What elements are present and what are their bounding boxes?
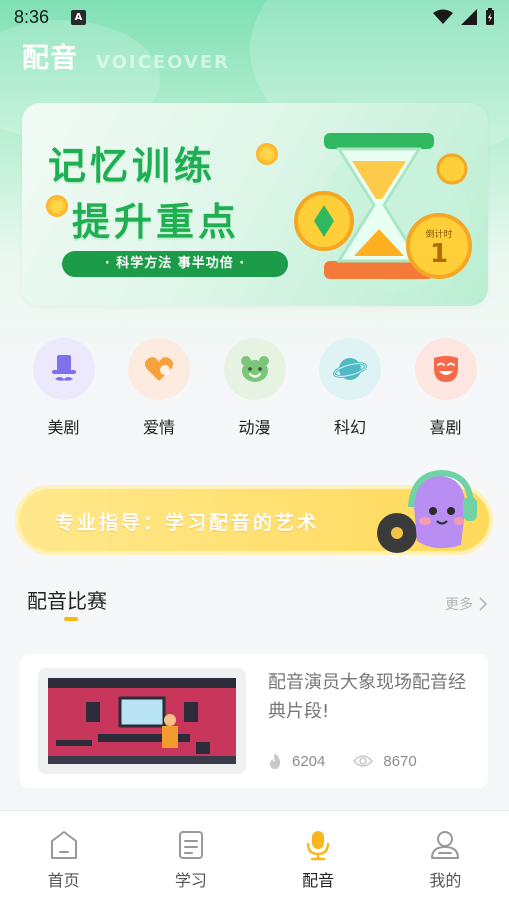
signal-icon [461, 9, 477, 25]
bottom-tab-bar: 首页 学习 配音 我的 [0, 810, 509, 904]
category-row: 美剧 爱情 动漫 科幻 喜剧 [16, 338, 493, 438]
promo-banner[interactable]: 记忆训练 提升重点 · 科学方法 事半功倍 · 倒计时 1 [22, 103, 488, 306]
page-header: 配音 VOICEOVER [22, 36, 230, 75]
bear-icon [240, 356, 269, 382]
countdown-badge: 倒计时 1 [406, 213, 472, 279]
more-link[interactable]: 更多 [445, 594, 487, 614]
tab-voiceover[interactable]: 配音 [255, 811, 382, 904]
category-icon-bg [32, 338, 95, 400]
heart-icon [144, 357, 174, 381]
category-romance[interactable]: 爱情 [112, 338, 207, 438]
tab-label: 我的 [429, 871, 462, 890]
tab-label: 首页 [47, 871, 80, 890]
more-label: 更多 [445, 597, 473, 613]
tab-learn[interactable]: 学习 [127, 811, 254, 904]
battery-icon [486, 8, 494, 25]
page-title: 配音 [22, 43, 78, 74]
status-bar: 8:36 A [0, 0, 509, 34]
contest-stats: 6204 8670 [268, 752, 445, 770]
category-scifi[interactable]: 科幻 [303, 338, 398, 438]
banner-subheadline: 提升重点 [72, 200, 241, 244]
chevron-right-icon [479, 597, 487, 611]
section-underline [64, 617, 78, 621]
category-label: 爱情 [142, 418, 175, 437]
views-stat: 8670 [353, 752, 417, 770]
tab-label: 配音 [302, 871, 335, 890]
home-icon [50, 831, 77, 859]
banner-slogan: · 科学方法 事半功倍 · [62, 251, 288, 277]
guide-banner-text: 专业指导：学习配音的艺术 [55, 512, 320, 534]
mascot-headphones-illustration [377, 469, 477, 553]
category-icon-bg [414, 338, 477, 400]
category-icon-bg [128, 338, 190, 400]
category-icon-bg [223, 338, 286, 400]
contest-thumbnail [38, 668, 246, 774]
microphone-icon [306, 831, 330, 861]
tab-label: 学习 [174, 871, 207, 890]
category-icon-bg [319, 338, 381, 400]
category-comedy[interactable]: 喜剧 [398, 338, 493, 438]
category-label: 美剧 [47, 418, 80, 437]
tab-home[interactable]: 首页 [0, 811, 127, 904]
views-count: 8670 [383, 752, 417, 770]
contest-card[interactable]: 配音演员大象现场配音经典片段! 6204 8670 [20, 654, 488, 788]
section-title: 配音比赛 [27, 589, 107, 613]
flower-icon [256, 143, 278, 165]
likes-count: 6204 [292, 752, 326, 770]
user-icon [431, 831, 460, 859]
tab-profile[interactable]: 我的 [382, 811, 509, 904]
category-label: 喜剧 [429, 418, 462, 437]
category-american-drama[interactable]: 美剧 [16, 338, 111, 438]
page-subtitle: VOICEOVER [96, 52, 231, 73]
likes-stat: 6204 [268, 752, 325, 770]
banner-headline: 记忆训练 [48, 144, 217, 188]
mask-icon [433, 356, 458, 382]
flame-icon [270, 753, 281, 769]
planet-icon [333, 358, 367, 380]
guide-banner[interactable]: 专业指导：学习配音的艺术 [15, 469, 493, 555]
flower-icon [46, 195, 68, 217]
status-time: 8:36 [14, 6, 50, 27]
contest-title: 配音演员大象现场配音经典片段! [268, 672, 466, 722]
top-hat-icon [51, 355, 76, 381]
category-label: 科幻 [333, 418, 366, 437]
notification-icon: A [71, 9, 87, 25]
category-anime[interactable]: 动漫 [207, 338, 302, 438]
category-label: 动漫 [238, 418, 271, 437]
eye-icon [353, 755, 374, 767]
document-icon [178, 831, 203, 859]
wifi-icon [433, 9, 453, 24]
